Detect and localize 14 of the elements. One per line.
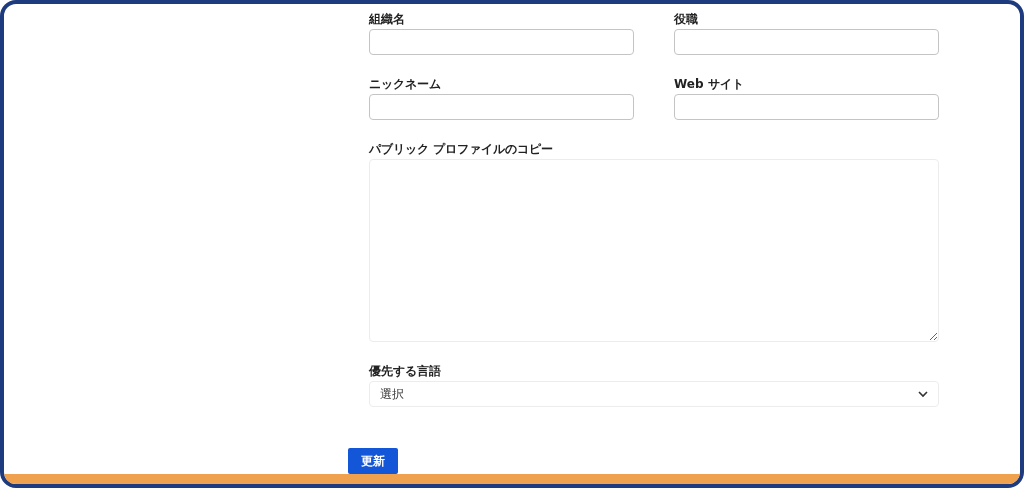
language-dropdown[interactable]: 選択: [369, 381, 939, 407]
field-label: パブリック プロファイルのコピー: [369, 142, 555, 157]
text-area[interactable]: [369, 159, 939, 342]
field-label: 組織名: [369, 12, 406, 27]
input-field[interactable]: [369, 29, 634, 55]
field-label: Web サイト: [674, 77, 745, 92]
field-label: 優先する言語: [369, 364, 442, 379]
field-label: ニックネーム: [369, 77, 442, 92]
input-field[interactable]: [674, 29, 939, 55]
field-label: 役職: [674, 12, 699, 27]
chevron-down-icon: [918, 390, 928, 398]
input-field[interactable]: [674, 94, 939, 120]
input-field[interactable]: [369, 94, 634, 120]
update-button[interactable]: 更新: [348, 448, 398, 474]
